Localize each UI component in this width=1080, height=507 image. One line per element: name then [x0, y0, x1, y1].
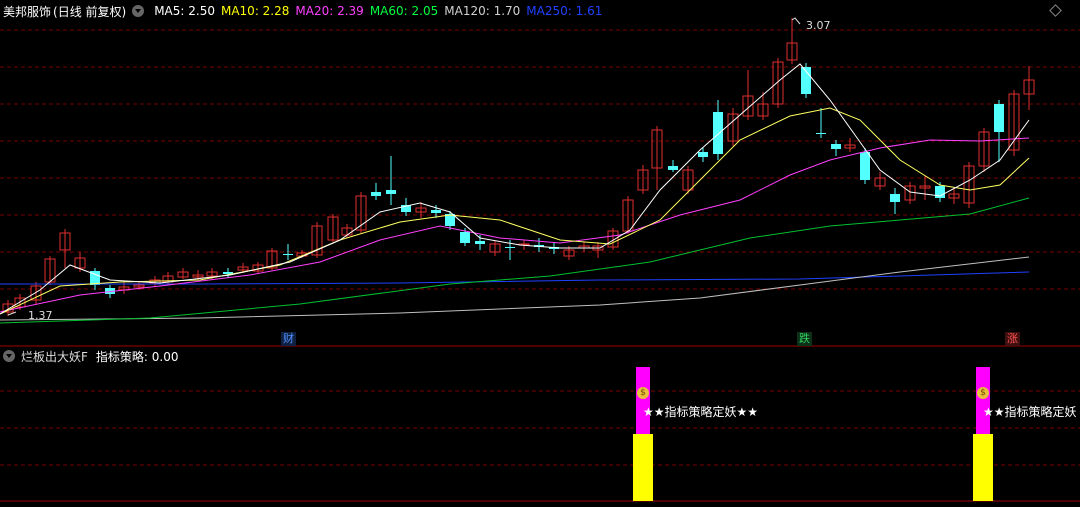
indicator-dropdown-icon[interactable] — [3, 350, 15, 362]
low-price-label: 1.37 — [28, 309, 53, 322]
ma60-line — [0, 197, 1030, 324]
candle-body-down — [890, 194, 900, 202]
candle-body-down — [994, 104, 1004, 132]
event-marker-fall[interactable]: 跌 — [797, 332, 812, 346]
indicator-header: 烂板出大妖F 指标策略: 0.00 — [3, 348, 178, 364]
high-marker-arrow — [791, 17, 801, 25]
event-marker-rise[interactable]: 涨 — [1005, 332, 1020, 346]
candle-body-down — [831, 144, 841, 149]
money-bag-icon: $ — [977, 387, 989, 399]
candle-body-down — [698, 152, 708, 157]
kline-chart[interactable] — [0, 0, 1080, 507]
signal-bar-yellow — [633, 434, 653, 501]
money-bag-icon: $ — [637, 387, 649, 399]
strategy-value: 指标策略: 0.00 — [95, 349, 179, 364]
event-marker-finance[interactable]: 财 — [281, 332, 296, 346]
candle-body-down — [713, 112, 723, 154]
candle-body-down — [668, 166, 678, 170]
candle-body-down — [816, 133, 826, 134]
signal-text-cut: ★★指标策略定妖 — [983, 405, 1077, 419]
candle-body-down — [505, 247, 515, 248]
signal-bar-magenta — [636, 367, 650, 434]
candle-body-down — [475, 241, 485, 244]
candle-body-down — [460, 232, 470, 243]
candle-body-down — [371, 192, 381, 196]
high-price-label: 3.07 — [806, 19, 831, 32]
candle-body-down — [386, 190, 396, 194]
indicator-name[interactable]: 烂板出大妖F — [21, 348, 88, 365]
signal-bar-yellow — [973, 434, 993, 501]
candle-body-down — [283, 254, 293, 255]
candle-body-down — [431, 210, 441, 213]
signal-text: ★★指标策略定妖★★ — [643, 405, 759, 419]
candle-body-down — [860, 152, 870, 180]
signal-bar-magenta — [976, 367, 990, 434]
